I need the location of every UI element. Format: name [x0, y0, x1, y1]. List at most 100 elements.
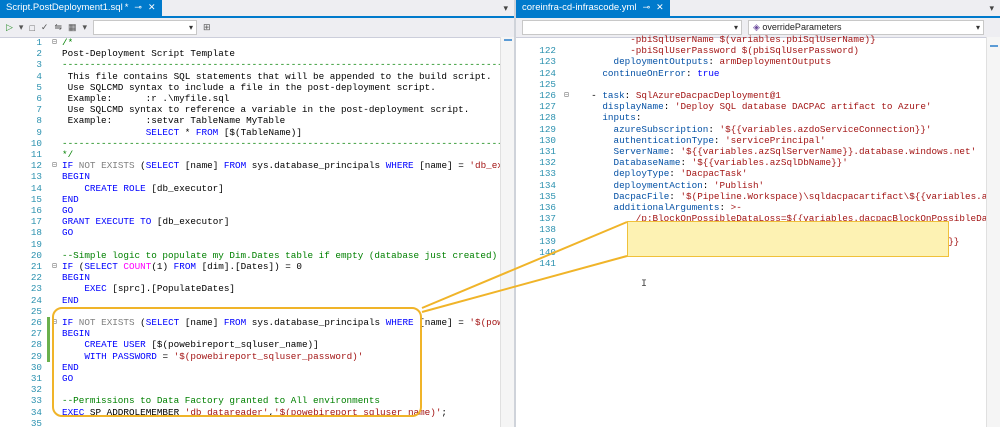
code-line[interactable]: 136 additionalArguments: >-	[516, 202, 1000, 213]
fold-icon[interactable]: ⊟	[564, 90, 569, 100]
change-marker	[47, 317, 50, 329]
pin-icon[interactable]: ⊸	[643, 2, 651, 13]
code-line[interactable]: 135 DacpacFile: '$(Pipeline.Workspace)\s…	[516, 191, 1000, 202]
line-number: 28	[30, 339, 42, 351]
line-number: 6	[36, 93, 42, 104]
line-number: 29	[30, 350, 42, 362]
code-line[interactable]: 35	[0, 418, 514, 427]
line-number: 12	[30, 160, 42, 172]
code-line[interactable]: 15 END	[0, 194, 514, 205]
code-text: continueOnError: true	[602, 67, 720, 79]
tab-label: Script.PostDeployment1.sql	[6, 1, 123, 13]
code-line[interactable]: 6 Example: :r .\myfile.sql	[0, 93, 514, 104]
code-text: DatabaseName: '${{variables.azSqlDbName}…	[613, 157, 848, 169]
chevron-down-icon[interactable]: ▾	[83, 22, 88, 33]
code-text: */	[62, 149, 74, 160]
line-number: 16	[30, 205, 42, 216]
code-line[interactable]: 5 Use SQLCMD syntax to include a file in…	[0, 82, 514, 93]
check-icon[interactable]: ✓	[41, 22, 49, 33]
code-line[interactable]: 7 Use SQLCMD syntax to reference a varia…	[0, 104, 514, 115]
code-line[interactable]: 8 Example: :setvar TableName MyTable	[0, 115, 514, 126]
execute-icon[interactable]: ▷	[6, 22, 13, 33]
code-line[interactable]: 2 Post-Deployment Script Template	[0, 48, 514, 59]
line-number: 8	[36, 115, 42, 127]
code-line[interactable]: 13 BEGIN	[0, 171, 514, 182]
line-number: 20	[30, 249, 42, 261]
line-number: 127	[539, 101, 556, 113]
code-line[interactable]: 12 IF NOT EXISTS (SELECT [name] FROM sys.…	[0, 160, 514, 171]
code-line[interactable]: 130 authenticationType: 'servicePrincipa…	[516, 135, 1000, 146]
line-number: 139	[539, 235, 556, 247]
member-dropdown[interactable]: ◈ overrideParameters ▾	[748, 20, 984, 35]
code-line[interactable]: 19	[0, 239, 514, 250]
code-line[interactable]: 14 CREATE ROLE [db_executor]	[0, 183, 514, 194]
close-icon[interactable]: ✕	[148, 2, 156, 13]
fold-icon[interactable]: ⊟	[52, 261, 57, 271]
database-dropdown[interactable]: ▾	[93, 20, 198, 35]
code-line[interactable]: 133 deployType: 'DacpacTask'	[516, 168, 1000, 179]
code-line[interactable]: 141	[516, 258, 1000, 269]
code-line[interactable]: 129 azureSubscription: '${{variables.azd…	[516, 124, 1000, 135]
tab-script-postdeployment[interactable]: Script.PostDeployment1.sql * ⊸ ✕	[0, 0, 162, 16]
fold-icon[interactable]: ⊟	[52, 160, 57, 170]
chevron-down-icon[interactable]: ▾	[503, 3, 508, 14]
code-line[interactable]: 123 deploymentOutputs: armDeploymentOutp…	[516, 56, 1000, 67]
code-line[interactable]: 22 BEGIN	[0, 272, 514, 283]
tab-coreinfra-yml[interactable]: coreinfra-cd-infrascode.yml ⊸ ✕	[516, 0, 670, 16]
code-line[interactable]: 18 GO	[0, 227, 514, 238]
code-line[interactable]: 23 EXEC [sprc].[PopulateDates]	[0, 283, 514, 294]
code-line[interactable]: 122 -pbiSqlUserPassword $(pbiSqlUserPass…	[516, 45, 1000, 56]
line-number: 19	[30, 238, 42, 250]
code-line[interactable]: 20 --Simple logic to populate my Dim.Date…	[0, 250, 514, 261]
line-number: 122	[539, 45, 556, 57]
code-line[interactable]: 124 continueOnError: true	[516, 68, 1000, 79]
vertical-scrollbar[interactable]	[986, 37, 1000, 427]
code-line[interactable]: 126 - task: SqlAzureDacpacDeployment@1	[516, 90, 1000, 101]
line-number: 17	[30, 216, 42, 228]
vertical-scrollbar[interactable]	[500, 37, 514, 427]
right-tab-bar: coreinfra-cd-infrascode.yml ⊸ ✕ ▾	[516, 0, 1000, 18]
code-text: IF (SELECT COUNT(1) FROM [dim].[Dates]) …	[62, 261, 302, 272]
line-number: 32	[30, 384, 42, 396]
cube-icon: ◈	[753, 22, 763, 32]
chevron-down-icon[interactable]: ▾	[19, 22, 24, 33]
code-line[interactable]: 17 GRANT EXECUTE TO [db_executor]	[0, 216, 514, 227]
code-line[interactable]: 132 DatabaseName: '${{variables.azSqlDbN…	[516, 157, 1000, 168]
code-text: ServerName: '${{variables.azSqlServerNam…	[613, 146, 977, 157]
line-number: 10	[30, 137, 42, 149]
close-icon[interactable]: ✕	[656, 2, 664, 13]
pin-icon[interactable]: ⊸	[134, 2, 142, 13]
line-number: 15	[30, 193, 42, 205]
plan-icon[interactable]: ⊞	[203, 22, 211, 33]
line-number: 3	[36, 59, 42, 71]
code-line[interactable]: 10 --------------------------------------…	[0, 138, 514, 149]
line-number: 5	[36, 81, 42, 93]
code-line[interactable]: 131 ServerName: '${{variables.azSqlServe…	[516, 146, 1000, 157]
scope-dropdown[interactable]: ▾	[522, 20, 742, 35]
code-line[interactable]: 134 deploymentAction: 'Publish'	[516, 180, 1000, 191]
code-text: deploymentOutputs: armDeploymentOutputs	[613, 56, 832, 68]
chevron-down-icon: ▾	[975, 23, 980, 32]
code-line[interactable]: 125	[516, 79, 1000, 90]
code-line[interactable]: 21 IF (SELECT COUNT(1) FROM [dim].[Dates]…	[0, 261, 514, 272]
code-line[interactable]: 127 displayName: 'Deploy SQL database DA…	[516, 101, 1000, 112]
line-number: 9	[36, 126, 42, 138]
code-line[interactable]: 9 SELECT * FROM [$(TableName)]	[0, 127, 514, 138]
chevron-down-icon[interactable]: ▾	[989, 3, 994, 14]
code-line[interactable]: 16 GO	[0, 205, 514, 216]
code-line[interactable]: 1 /*	[0, 37, 514, 48]
line-number: 26	[30, 317, 42, 328]
stop-icon[interactable]: □	[29, 23, 34, 33]
code-line[interactable]: 4 This file contains SQL statements that…	[0, 71, 514, 82]
grid-icon[interactable]: ▦	[68, 22, 77, 33]
code-text: EXEC [sprc].[PopulateDates]	[84, 283, 235, 295]
code-text: /*	[62, 37, 74, 48]
chevron-down-icon: ▾	[189, 23, 194, 32]
code-line[interactable]: -pbiSqlUserName $(variables.pbiSqlUserNa…	[516, 34, 1000, 45]
connect-icon[interactable]: ⇋	[54, 22, 62, 33]
code-line[interactable]: 24 END	[0, 295, 514, 306]
code-line[interactable]: 128 inputs:	[516, 112, 1000, 123]
fold-icon[interactable]: ⊟	[52, 37, 57, 47]
code-line[interactable]: 3 ---------------------------------------…	[0, 59, 514, 70]
code-line[interactable]: 11 */	[0, 149, 514, 160]
